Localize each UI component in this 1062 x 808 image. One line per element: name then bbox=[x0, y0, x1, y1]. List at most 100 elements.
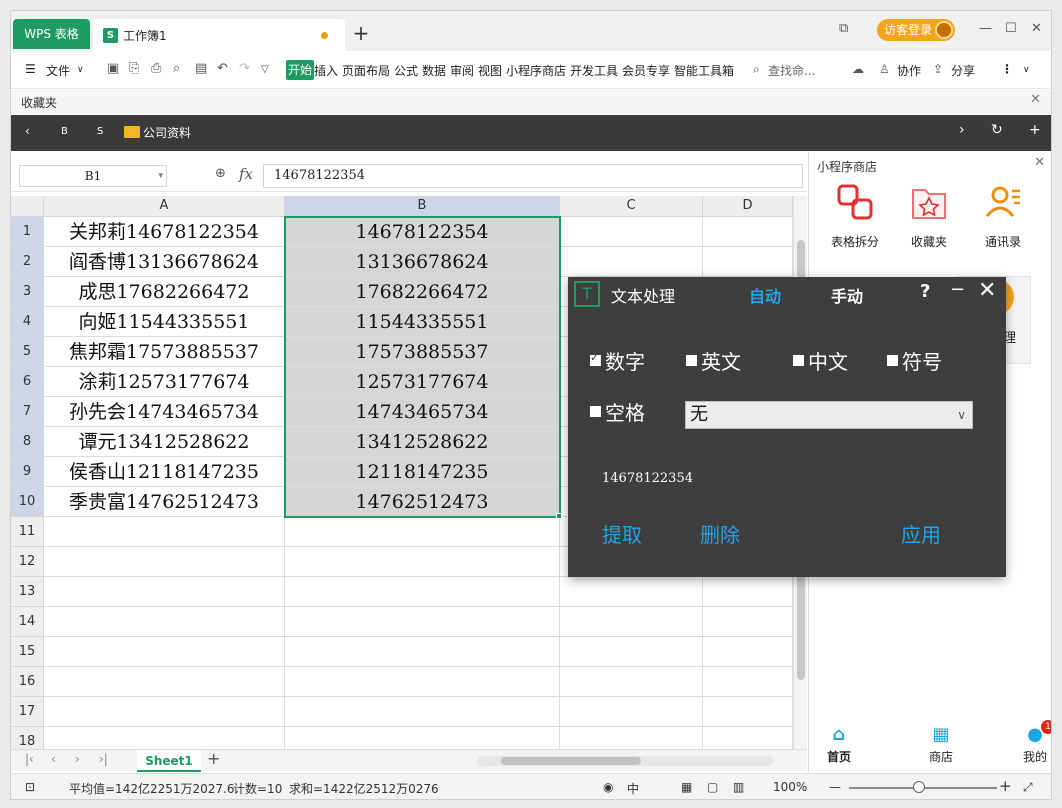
cell-b[interactable] bbox=[285, 637, 560, 667]
page-break-view-icon[interactable]: ▥ bbox=[733, 780, 744, 794]
row-header[interactable]: 13 bbox=[11, 577, 44, 607]
cell-b[interactable]: 13412528622 bbox=[285, 427, 560, 457]
guest-login-button[interactable]: 访客登录 bbox=[877, 19, 955, 41]
option-digits[interactable]: 数字 bbox=[590, 346, 645, 375]
cell-b[interactable]: 14762512473 bbox=[285, 487, 560, 517]
cell-b[interactable] bbox=[285, 697, 560, 727]
help-icon[interactable]: ? bbox=[920, 281, 930, 302]
cell-b[interactable] bbox=[285, 547, 560, 577]
cell-b[interactable]: 12573177674 bbox=[285, 367, 560, 397]
row-header[interactable]: 4 bbox=[11, 307, 44, 337]
delete-button[interactable]: 删除 bbox=[700, 519, 740, 548]
cell-b[interactable] bbox=[285, 517, 560, 547]
app-contacts[interactable]: 通讯录 bbox=[973, 182, 1033, 250]
nav-b[interactable]: B bbox=[61, 126, 68, 137]
close-panel-icon[interactable]: ✕ bbox=[1034, 155, 1045, 170]
new-tab-button[interactable]: + bbox=[349, 21, 373, 45]
cell-a[interactable]: 孙先会14743465734 bbox=[44, 397, 285, 427]
cell-a[interactable] bbox=[44, 637, 285, 667]
cell-b[interactable] bbox=[285, 577, 560, 607]
fullscreen-icon[interactable]: ⤢ bbox=[1023, 780, 1033, 795]
col-header-a[interactable]: A bbox=[44, 196, 285, 217]
menu-data[interactable]: 数据 bbox=[422, 62, 446, 79]
chevron-down-icon[interactable]: ∨ bbox=[77, 65, 84, 75]
cell-a[interactable]: 向姬11544335551 bbox=[44, 307, 285, 337]
app-favorites[interactable]: 收藏夹 bbox=[899, 182, 959, 250]
option-chinese[interactable]: 中文 bbox=[793, 346, 848, 375]
cell-d[interactable] bbox=[703, 577, 793, 607]
menu-mini-store[interactable]: 小程序商店 bbox=[506, 62, 566, 79]
input-method-icon[interactable]: 中 bbox=[627, 780, 639, 797]
cell-a[interactable]: 成思17682266472 bbox=[44, 277, 285, 307]
hamburger-icon[interactable]: ☰ bbox=[25, 62, 36, 76]
collab-button[interactable]: 协作 bbox=[897, 62, 921, 79]
horizontal-scrollbar[interactable] bbox=[477, 756, 773, 766]
zoom-in-icon[interactable]: + bbox=[999, 777, 1012, 795]
panel-tab-mine[interactable]: ● 1 我的 bbox=[1005, 720, 1051, 765]
user-icon[interactable]: ♙ bbox=[879, 62, 890, 76]
refresh-icon[interactable]: ↻ bbox=[991, 122, 1003, 138]
checkbox[interactable] bbox=[887, 355, 898, 366]
space-mode-select[interactable]: 无 ∨ bbox=[685, 401, 973, 429]
cell-d[interactable] bbox=[703, 637, 793, 667]
cell-d[interactable] bbox=[703, 697, 793, 727]
forward-icon[interactable]: › bbox=[959, 122, 965, 138]
zoom-slider[interactable] bbox=[849, 781, 997, 793]
cell-a[interactable]: 季贵富14762512473 bbox=[44, 487, 285, 517]
fill-handle[interactable] bbox=[556, 513, 562, 519]
cell-a[interactable] bbox=[44, 697, 285, 727]
cell-c[interactable] bbox=[560, 667, 703, 697]
row-header[interactable]: 15 bbox=[11, 637, 44, 667]
zoom-out-icon[interactable]: — bbox=[829, 780, 841, 794]
row-header[interactable]: 1 bbox=[11, 217, 44, 247]
nav-s[interactable]: S bbox=[97, 126, 103, 137]
search-icon[interactable]: ⌕ bbox=[753, 62, 760, 77]
col-header-b[interactable]: B bbox=[285, 196, 560, 217]
tab-wps-sheets[interactable]: WPS 表格 bbox=[13, 19, 90, 49]
cell-a[interactable] bbox=[44, 577, 285, 607]
tab-sheet1[interactable]: Sheet1 bbox=[137, 750, 201, 772]
checkbox-checked[interactable] bbox=[590, 351, 601, 366]
apply-button[interactable]: 应用 bbox=[901, 519, 941, 548]
zoom-slider-knob[interactable] bbox=[913, 781, 925, 793]
checkbox[interactable] bbox=[590, 406, 601, 417]
add-sheet-button[interactable]: + bbox=[207, 749, 220, 768]
collapse-ribbon-icon[interactable]: ∨ bbox=[1023, 65, 1030, 75]
cell-a[interactable] bbox=[44, 607, 285, 637]
cell-a[interactable] bbox=[44, 547, 285, 577]
checkbox[interactable] bbox=[793, 355, 804, 366]
print-icon[interactable]: ⎙ bbox=[151, 61, 161, 76]
eye-icon[interactable]: ◉ bbox=[603, 780, 613, 794]
option-symbols[interactable]: 符号 bbox=[887, 346, 942, 375]
zoom-level[interactable]: 100% bbox=[773, 780, 807, 794]
cell-d[interactable] bbox=[703, 247, 793, 277]
cell-c[interactable] bbox=[560, 577, 703, 607]
name-box[interactable]: B1 ▾ bbox=[19, 165, 167, 187]
close-favorites-icon[interactable]: ✕ bbox=[1030, 92, 1041, 107]
menu-view[interactable]: 视图 bbox=[478, 62, 502, 79]
option-english[interactable]: 英文 bbox=[686, 346, 741, 375]
option-space[interactable]: 空格 bbox=[590, 397, 645, 426]
cell-d[interactable] bbox=[703, 217, 793, 247]
cell-b[interactable]: 13136678624 bbox=[285, 247, 560, 277]
cell-a[interactable] bbox=[44, 667, 285, 697]
menu-start[interactable]: 开始 bbox=[286, 60, 315, 80]
status-cell-icon[interactable]: ⊡ bbox=[25, 780, 35, 794]
cell-a[interactable]: 侯香山12118147235 bbox=[44, 457, 285, 487]
nav-folder-company[interactable]: 公司资料 bbox=[143, 124, 191, 141]
more-icon[interactable]: ⋮ bbox=[1001, 62, 1013, 76]
menu-member[interactable]: 会员专享 bbox=[622, 62, 670, 79]
cell-b[interactable]: 14678122354 bbox=[285, 217, 560, 247]
cell-a[interactable]: 阎香博13136678624 bbox=[44, 247, 285, 277]
cell-b[interactable] bbox=[285, 667, 560, 697]
next-sheet-icon[interactable]: › bbox=[75, 752, 80, 766]
undo-icon[interactable]: ↶ bbox=[217, 61, 228, 76]
row-header[interactable]: 11 bbox=[11, 517, 44, 547]
row-header[interactable]: 17 bbox=[11, 697, 44, 727]
panel-tab-home[interactable]: ⌂ 首页 bbox=[809, 724, 869, 765]
checkbox[interactable] bbox=[686, 355, 697, 366]
menu-formula[interactable]: 公式 bbox=[394, 62, 418, 79]
row-header[interactable]: 7 bbox=[11, 397, 44, 427]
row-header[interactable]: 5 bbox=[11, 337, 44, 367]
minimize-icon[interactable]: − bbox=[950, 279, 965, 300]
